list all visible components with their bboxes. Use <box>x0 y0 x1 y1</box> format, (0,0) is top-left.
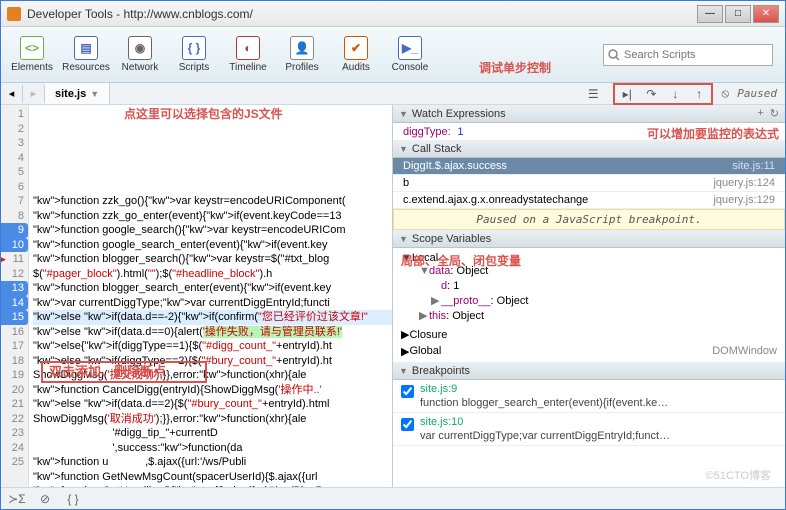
callstack-row[interactable]: bjquery.js:124 <box>393 175 785 192</box>
callstack-row[interactable]: DiggIt.$.ajax.successsite.js:11 <box>393 158 785 175</box>
tool-scripts[interactable]: { }Scripts <box>167 30 221 80</box>
callstack-row[interactable]: c.extend.ajax.g.x.onreadystatechangejque… <box>393 192 785 209</box>
scope-var[interactable]: d: 1 <box>407 279 777 294</box>
tool-console[interactable]: ▶_Console <box>383 30 437 80</box>
script-subbar: ◂ ▸ site.js▼ ☰ ▸| ↷ ↓ ↑ ⦸ Paused <box>1 83 785 105</box>
refresh-watch-button[interactable]: ↻ <box>770 107 779 120</box>
tool-elements[interactable]: <>Elements <box>5 30 59 80</box>
tool-network[interactable]: ◉Network <box>113 30 167 80</box>
search-scripts-box[interactable] <box>603 44 773 66</box>
favicon-icon <box>7 7 21 21</box>
titlebar: Developer Tools - http://www.cnblogs.com… <box>1 1 785 27</box>
pretty-print-button[interactable]: { } <box>63 491 83 507</box>
scope-var[interactable]: ▶__proto__: Object <box>407 294 777 309</box>
nav-fwd-button[interactable]: ▸ <box>23 85 45 103</box>
step-into-button[interactable]: ↓ <box>663 85 687 103</box>
pause-resume-button[interactable]: ▸| <box>615 85 639 103</box>
statusbar: ≻Σ ⊘ { } <box>1 487 785 509</box>
search-icon <box>608 49 620 61</box>
error-icon[interactable]: ⊘ <box>35 491 55 507</box>
code-editor[interactable]: 点这里可以选择包含的JS文件 双击添加、删除断点 "kw">function z… <box>29 105 392 487</box>
deactivate-bp-button[interactable]: ⦸ <box>713 85 737 103</box>
console-toggle-button[interactable]: ≻Σ <box>7 491 27 507</box>
tool-resources[interactable]: ▤Resources <box>59 30 113 80</box>
scope-global-label[interactable]: Global <box>409 345 441 358</box>
annotation-add-watch: 可以增加要监控的表达式 <box>647 125 779 142</box>
annotation-breakpoint-box: 双击添加、删除断点 <box>41 361 207 383</box>
callstack-header[interactable]: ▼Call Stack <box>393 140 785 158</box>
breakpoint-row[interactable]: site.js:9function blogger_search_enter(e… <box>393 380 785 413</box>
scope-var[interactable]: ▶this: Object <box>407 309 777 324</box>
maximize-button[interactable]: □ <box>725 5 751 23</box>
breakpoints-header[interactable]: ▼Breakpoints <box>393 362 785 380</box>
minimize-button[interactable]: — <box>697 5 723 23</box>
pause-message: Paused on a JavaScript breakpoint. <box>393 209 785 230</box>
tool-timeline[interactable]: ◐Timeline <box>221 30 275 80</box>
step-over-button[interactable]: ↷ <box>639 85 663 103</box>
watermark: ©51CTO博客 <box>706 467 771 483</box>
debug-panel: ▼Watch Expressions +↻ diggType: 1 可以增加要监… <box>393 105 785 487</box>
bp-checkbox[interactable] <box>401 418 414 431</box>
watch-header[interactable]: ▼Watch Expressions +↻ <box>393 105 785 123</box>
nav-back-button[interactable]: ◂ <box>1 85 23 103</box>
paused-label: Paused <box>737 87 777 100</box>
watch-item[interactable]: diggType: 1 可以增加要监控的表达式 <box>393 123 785 140</box>
show-functions-button[interactable]: ☰ <box>581 85 605 103</box>
scope-closure-label[interactable]: Closure <box>409 329 447 341</box>
tool-audits[interactable]: ✔Audits <box>329 30 383 80</box>
script-tab[interactable]: site.js▼ <box>45 83 110 104</box>
annotation-debug-step: 调试单步控制 <box>479 59 551 76</box>
tool-profiles[interactable]: 👤Profiles <box>275 30 329 80</box>
main-toolbar: <>Elements▤Resources◉Network{ }Scripts◐T… <box>1 27 785 83</box>
annotation-scope: 局部、全局、闭包变量 <box>401 252 521 269</box>
close-button[interactable]: ✕ <box>753 5 779 23</box>
add-watch-button[interactable]: + <box>757 107 763 120</box>
line-gutter[interactable]: 1234567891011121314151617181920212223242… <box>1 105 29 487</box>
window-title: Developer Tools - http://www.cnblogs.com… <box>27 7 697 21</box>
scope-header[interactable]: ▼Scope Variables <box>393 230 785 248</box>
step-out-button[interactable]: ↑ <box>687 85 711 103</box>
breakpoint-row[interactable]: site.js:10var currentDiggType;var curren… <box>393 413 785 446</box>
search-scripts-input[interactable] <box>624 49 768 61</box>
bp-checkbox[interactable] <box>401 385 414 398</box>
annotation-select-js: 点这里可以选择包含的JS文件 <box>124 107 283 122</box>
